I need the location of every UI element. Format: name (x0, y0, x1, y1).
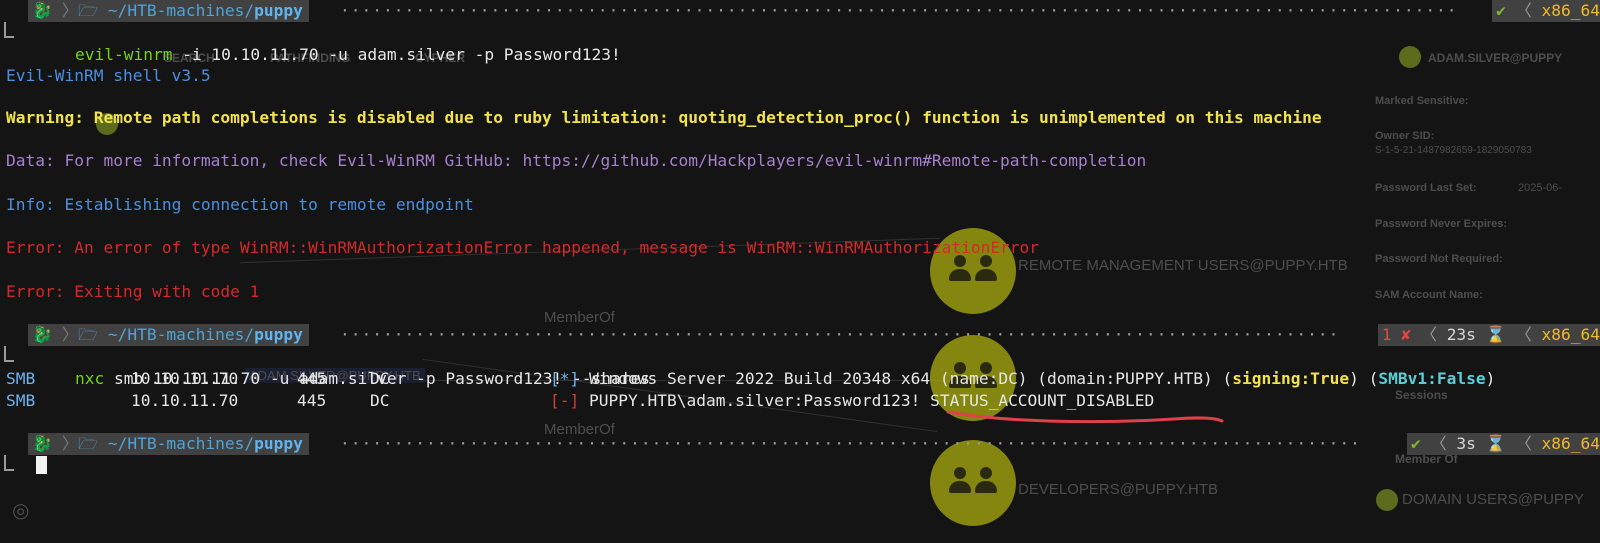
smb-ip: 10.10.11.70 (131, 369, 239, 388)
prompt-status-segment: 1 ✘ 〈 23s ⌛ 〈 x86_64 (1377, 324, 1600, 346)
prompt-fill: ········································… (340, 1, 1460, 20)
prompt-fill: ········································… (340, 434, 1360, 453)
arch-label: x86_64 (1541, 325, 1600, 344)
folder-icon: 🗁 (78, 325, 108, 344)
command-bin: nxc (74, 369, 105, 388)
command-args: -i 10.10.11.70 -u adam.silver -p Passwor… (172, 45, 621, 64)
output-error: Error: An error of type WinRM::WinRMAuth… (6, 238, 1040, 257)
output-banner: Evil-WinRM shell v3.5 (6, 66, 211, 85)
duration-label: 3s ⌛ (1456, 434, 1506, 453)
prompt-path-segment: 🐉 〉🗁 ~/HTB-machines/puppy (28, 0, 309, 22)
smb-port: 445 (297, 369, 327, 388)
prompt-dir: puppy (254, 1, 303, 20)
prompt-status-segment: ✔ 〈 x86_64 (1492, 0, 1600, 22)
command-line (0, 455, 39, 477)
kali-icon: 🐉 (32, 1, 53, 20)
arch-label: x86_64 (1541, 1, 1600, 20)
command-bin: evil-winrm (74, 45, 173, 64)
output-warning: Warning: Remote path completions is disa… (6, 108, 1322, 127)
prompt-fill: ········································… (340, 325, 1340, 344)
status-ok-icon: ✔ (1410, 434, 1421, 453)
smb-proto: SMB (6, 391, 36, 410)
status-ok-icon: ✔ (1496, 1, 1506, 20)
kali-icon: 🐉 (32, 434, 53, 453)
kali-icon: 🐉 (32, 325, 53, 344)
status-error-icon: 1 ✘ (1381, 325, 1411, 344)
terminal[interactable]: 🐉 〉🗁 ~/HTB-machines/puppy ··············… (0, 0, 1600, 538)
command-line: nxc smb 10.10.11.70 -u adam.silver -p Pa… (0, 346, 650, 388)
prompt-tree-connector (4, 455, 14, 471)
prompt-dir: puppy (254, 325, 303, 344)
terminal-cursor[interactable] (36, 456, 47, 474)
prompt-path: ~/HTB-machines/ (107, 434, 255, 453)
smb-ip: 10.10.11.70 (131, 391, 239, 410)
smb-port: 445 (297, 391, 327, 410)
output-data: Data: For more information, check Evil-W… (6, 151, 1147, 170)
prompt-tree-connector (4, 346, 14, 362)
output-error: Error: Exiting with code 1 (6, 282, 260, 301)
prompt-status-segment: ✔ 〈 3s ⌛ 〈 x86_64 (1406, 433, 1600, 455)
smb-marker: [*] (550, 369, 580, 388)
smb-marker: [-] (550, 391, 580, 410)
red-underline-annotation (946, 410, 1224, 424)
smb-host: DC (370, 369, 390, 388)
prompt-bar: 🐉 〉🗁 ~/HTB-machines/puppy ··············… (0, 433, 1600, 455)
prompt-dir: puppy (254, 434, 303, 453)
duration-label: 23s ⌛ (1446, 325, 1506, 344)
prompt-bar: 🐉 〉🗁 ~/HTB-machines/puppy ··············… (0, 0, 1600, 22)
smb-proto: SMB (6, 369, 36, 388)
prompt-path-segment: 🐉 〉🗁 ~/HTB-machines/puppy (28, 433, 309, 455)
arch-label: x86_64 (1541, 434, 1600, 453)
prompt-bar: 🐉 〉🗁 ~/HTB-machines/puppy ··············… (0, 324, 1600, 346)
output-info: Info: Establishing connection to remote … (6, 195, 474, 214)
command-line: evil-winrm -i 10.10.11.70 -u adam.silver… (0, 22, 621, 64)
smb-message: Windows Server 2022 Build 20348 x64 (nam… (589, 369, 1496, 388)
prompt-path: ~/HTB-machines/ (107, 1, 255, 20)
smb-host: DC (370, 391, 390, 410)
folder-icon: 🗁 (78, 434, 108, 453)
prompt-tree-connector (4, 22, 14, 38)
prompt-path: ~/HTB-machines/ (107, 325, 255, 344)
folder-icon: 🗁 (78, 1, 108, 20)
prompt-path-segment: 🐉 〉🗁 ~/HTB-machines/puppy (28, 324, 309, 346)
